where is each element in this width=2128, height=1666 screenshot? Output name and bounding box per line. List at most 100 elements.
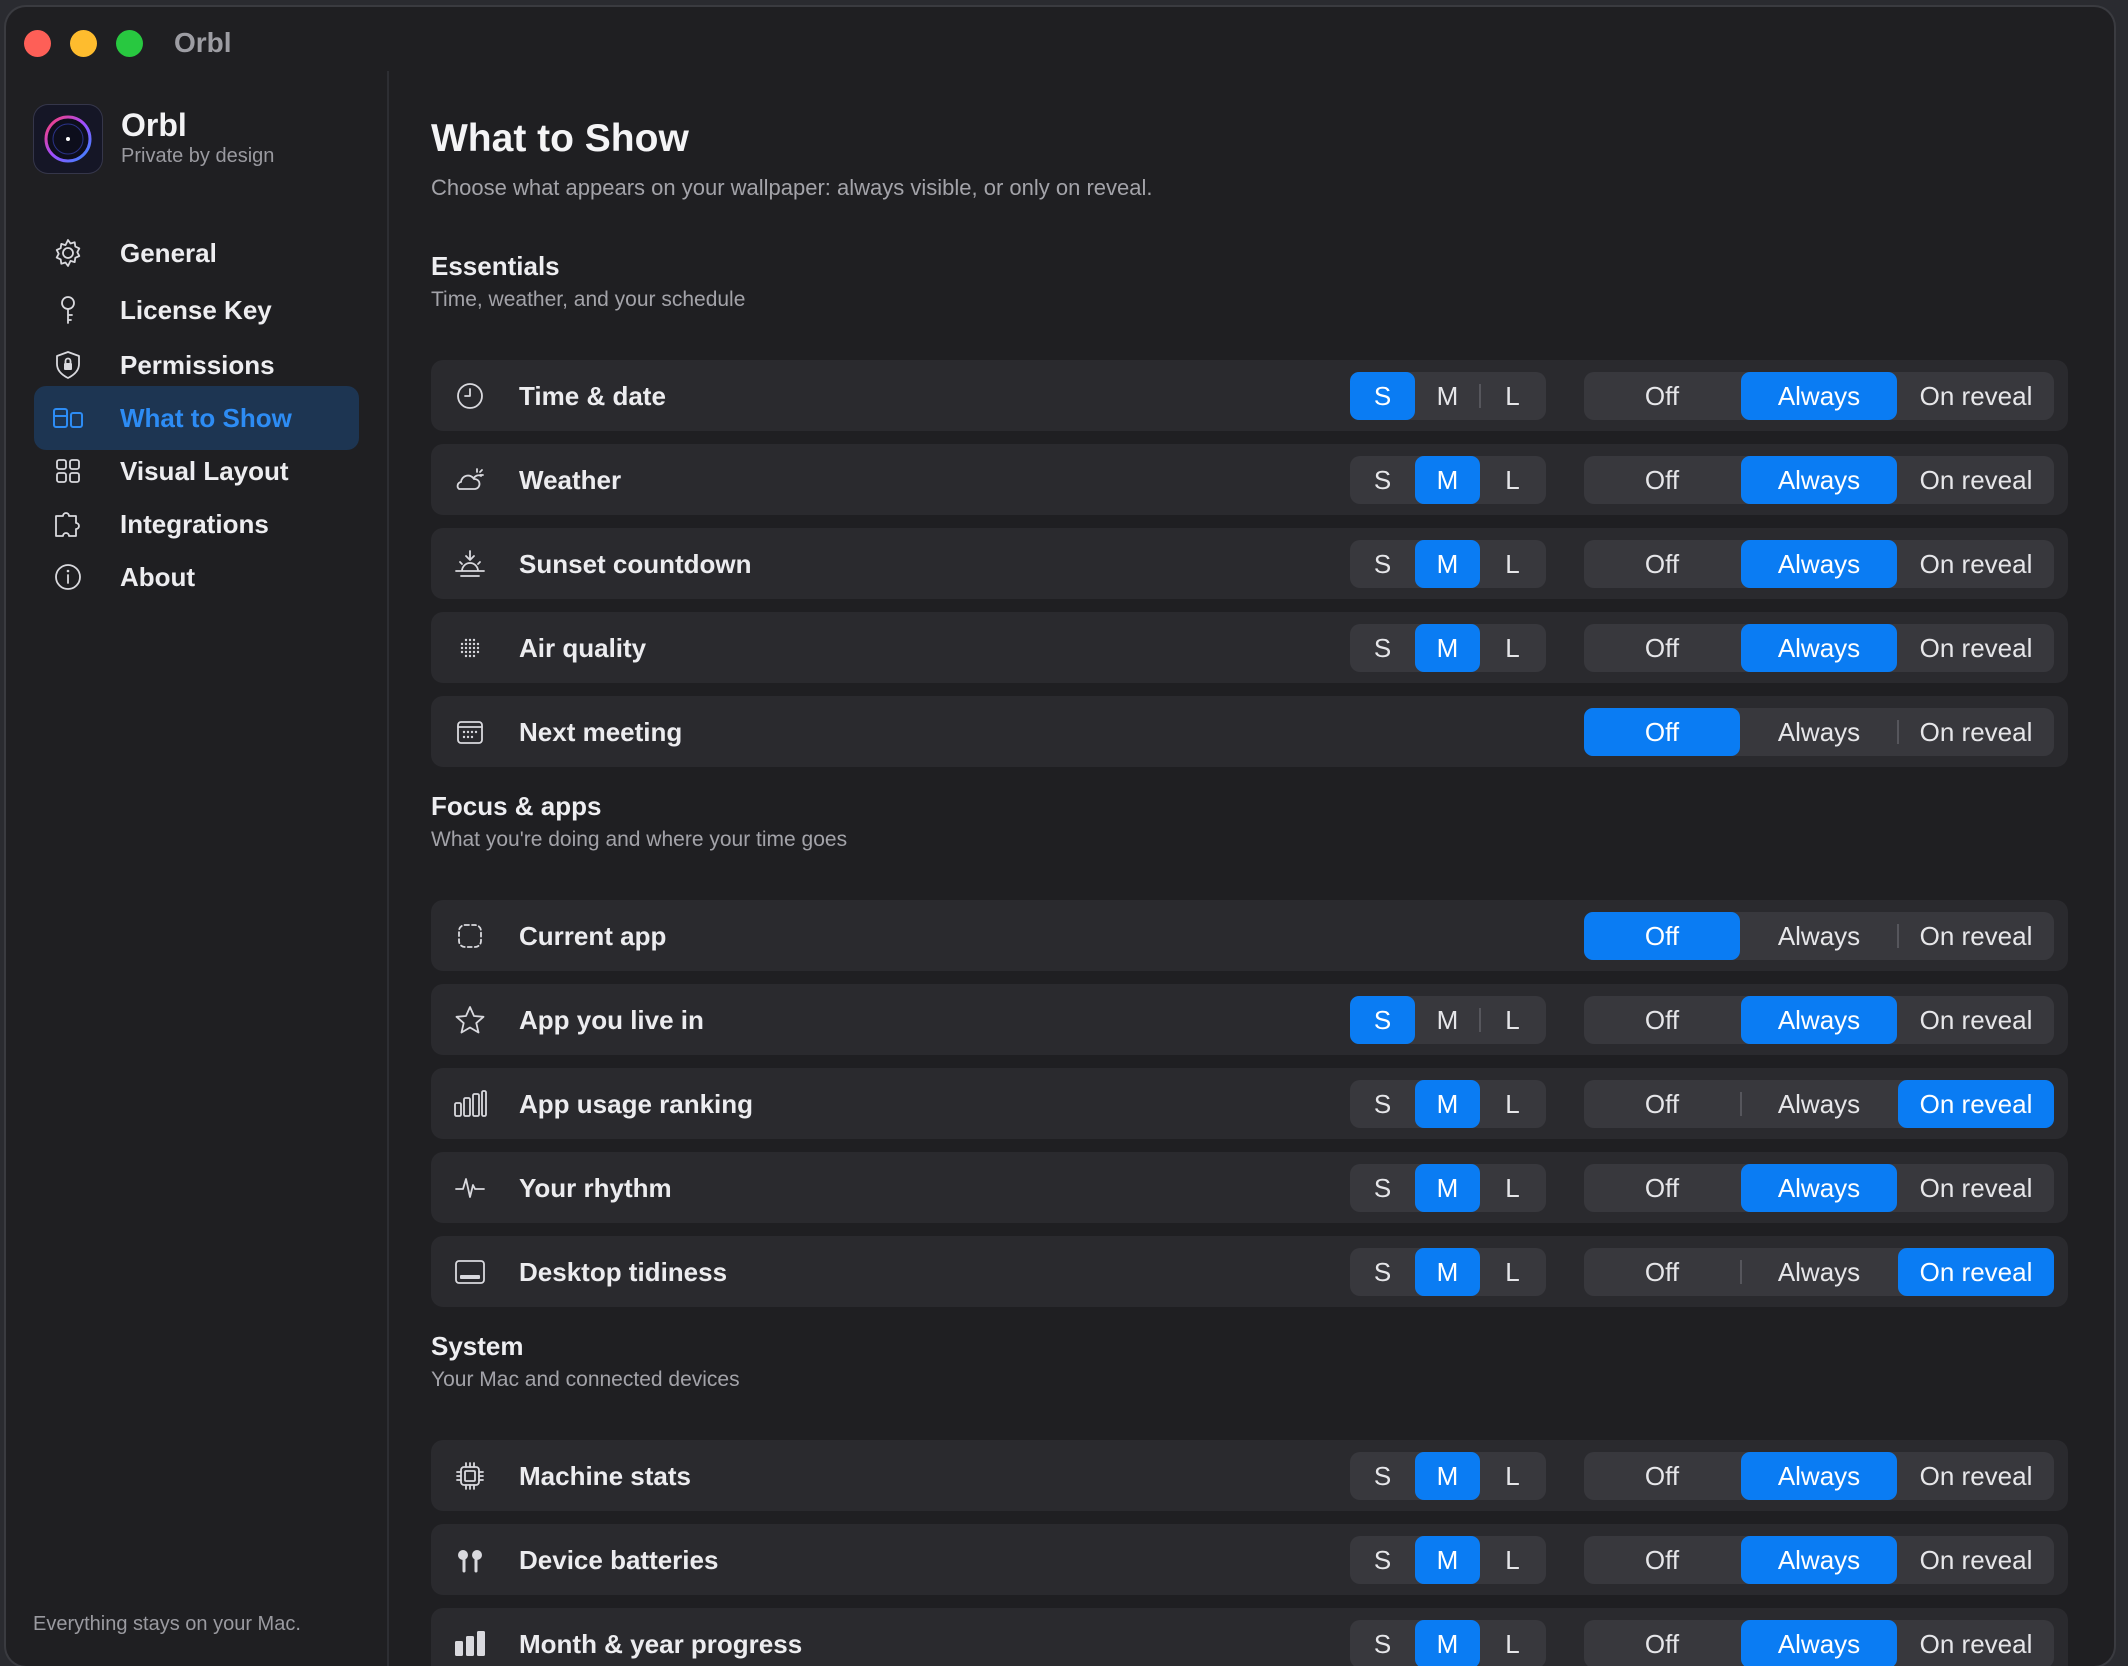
- size-option-s[interactable]: S: [1350, 540, 1415, 588]
- size-option-l[interactable]: L: [1480, 540, 1545, 588]
- size-segmented-control: SML: [1350, 624, 1546, 672]
- visibility-option-off[interactable]: Off: [1584, 912, 1740, 960]
- visibility-segmented-control: Off Always On reveal: [1584, 540, 2054, 588]
- size-option-s[interactable]: S: [1350, 1080, 1415, 1128]
- size-option-l[interactable]: L: [1480, 1620, 1545, 1666]
- visibility-option-off[interactable]: Off: [1584, 1536, 1740, 1584]
- visibility-option-on-reveal[interactable]: On reveal: [1898, 456, 2054, 504]
- section-subtitle: Your Mac and connected devices: [431, 1368, 740, 1391]
- visibility-option-off[interactable]: Off: [1584, 540, 1740, 588]
- puzzle-icon: [52, 508, 84, 540]
- visibility-option-off[interactable]: Off: [1584, 372, 1740, 420]
- visibility-option-always[interactable]: Always: [1741, 996, 1897, 1044]
- size-option-l[interactable]: L: [1480, 996, 1545, 1044]
- widget-row-sunset-countdown: Sunset countdown S M L Off Always On reveal: [431, 528, 2068, 599]
- visibility-option-always[interactable]: Always: [1741, 708, 1897, 756]
- widget-label: Air quality: [519, 633, 647, 663]
- size-option-m[interactable]: M: [1415, 372, 1480, 420]
- visibility-option-off[interactable]: Off: [1584, 1620, 1740, 1666]
- visibility-option-on-reveal[interactable]: On reveal: [1898, 1620, 2054, 1666]
- section-title: Essentials: [431, 251, 560, 281]
- size-option-l[interactable]: L: [1480, 456, 1545, 504]
- page-subtitle: Choose what appears on your wallpaper: a…: [431, 175, 1153, 200]
- visibility-option-on-reveal[interactable]: On reveal: [1898, 1164, 2054, 1212]
- size-option-s[interactable]: S: [1350, 1452, 1415, 1500]
- size-option-m[interactable]: M: [1415, 1248, 1480, 1296]
- sidebar-footer: Everything stays on your Mac.: [33, 1613, 301, 1635]
- size-option-m[interactable]: M: [1415, 1164, 1480, 1212]
- visibility-option-always[interactable]: Always: [1741, 624, 1897, 672]
- key-icon: [52, 294, 84, 326]
- visibility-option-on-reveal[interactable]: On reveal: [1898, 1248, 2054, 1296]
- close-window-button[interactable]: [24, 30, 51, 57]
- visibility-option-on-reveal[interactable]: On reveal: [1898, 708, 2054, 756]
- segment-divider: [1740, 1260, 1742, 1284]
- size-segmented-control: SML: [1350, 540, 1546, 588]
- size-option-m[interactable]: M: [1415, 996, 1480, 1044]
- size-option-l[interactable]: L: [1480, 372, 1545, 420]
- visibility-option-always[interactable]: Always: [1741, 1452, 1897, 1500]
- visibility-option-always[interactable]: Always: [1741, 456, 1897, 504]
- size-segmented-control: SML: [1350, 456, 1546, 504]
- visibility-option-on-reveal[interactable]: On reveal: [1898, 1080, 2054, 1128]
- size-segmented-control: SML: [1350, 1452, 1546, 1500]
- visibility-option-off[interactable]: Off: [1584, 456, 1740, 504]
- zoom-window-button[interactable]: [116, 30, 143, 57]
- size-option-l[interactable]: L: [1480, 624, 1545, 672]
- visibility-option-off[interactable]: Off: [1584, 1164, 1740, 1212]
- size-option-l[interactable]: L: [1480, 1536, 1545, 1584]
- desktop-icon: [453, 1255, 487, 1289]
- visibility-option-on-reveal[interactable]: On reveal: [1898, 1452, 2054, 1500]
- visibility-option-on-reveal[interactable]: On reveal: [1898, 912, 2054, 960]
- visibility-option-always[interactable]: Always: [1741, 912, 1897, 960]
- size-option-m[interactable]: M: [1415, 1620, 1480, 1666]
- size-option-s[interactable]: S: [1350, 372, 1415, 420]
- page-title: What to Show: [431, 117, 689, 160]
- visibility-option-always[interactable]: Always: [1741, 1536, 1897, 1584]
- visibility-option-always[interactable]: Always: [1741, 1164, 1897, 1212]
- visibility-segmented-control: Off Always On reveal: [1584, 1164, 2054, 1212]
- size-option-l[interactable]: L: [1480, 1452, 1545, 1500]
- visibility-option-on-reveal[interactable]: On reveal: [1898, 624, 2054, 672]
- size-segmented-control: SML: [1350, 996, 1546, 1044]
- visibility-option-always[interactable]: Always: [1741, 1248, 1897, 1296]
- visibility-option-off[interactable]: Off: [1584, 1080, 1740, 1128]
- sidebar-item-label: What to Show: [120, 403, 292, 433]
- visibility-option-always[interactable]: Always: [1741, 540, 1897, 588]
- size-option-m[interactable]: M: [1415, 1452, 1480, 1500]
- sidebar-item-about[interactable]: About: [34, 545, 359, 609]
- widget-row-weather: Weather S M L Off Always On reveal: [431, 444, 2068, 515]
- visibility-option-off[interactable]: Off: [1584, 996, 1740, 1044]
- size-option-m[interactable]: M: [1415, 624, 1480, 672]
- size-option-l[interactable]: L: [1480, 1164, 1545, 1212]
- size-option-s[interactable]: S: [1350, 1620, 1415, 1666]
- size-option-m[interactable]: M: [1415, 456, 1480, 504]
- visibility-option-on-reveal[interactable]: On reveal: [1898, 996, 2054, 1044]
- visibility-option-on-reveal[interactable]: On reveal: [1898, 1536, 2054, 1584]
- visibility-option-always[interactable]: Always: [1741, 372, 1897, 420]
- visibility-option-off[interactable]: Off: [1584, 1248, 1740, 1296]
- visibility-option-on-reveal[interactable]: On reveal: [1898, 372, 2054, 420]
- size-option-m[interactable]: M: [1415, 540, 1480, 588]
- visibility-option-on-reveal[interactable]: On reveal: [1898, 540, 2054, 588]
- sidebar-item-general[interactable]: General: [34, 221, 359, 285]
- visibility-option-off[interactable]: Off: [1584, 1452, 1740, 1500]
- size-option-s[interactable]: S: [1350, 996, 1415, 1044]
- size-option-m[interactable]: M: [1415, 1536, 1480, 1584]
- size-option-s[interactable]: S: [1350, 456, 1415, 504]
- segment-divider: [1479, 1008, 1481, 1032]
- size-option-s[interactable]: S: [1350, 1536, 1415, 1584]
- minimize-window-button[interactable]: [70, 30, 97, 57]
- visibility-option-always[interactable]: Always: [1741, 1080, 1897, 1128]
- section-subtitle: Time, weather, and your schedule: [431, 288, 746, 311]
- size-option-m[interactable]: M: [1415, 1080, 1480, 1128]
- visibility-option-always[interactable]: Always: [1741, 1620, 1897, 1666]
- size-option-s[interactable]: S: [1350, 624, 1415, 672]
- visibility-option-off[interactable]: Off: [1584, 708, 1740, 756]
- size-option-s[interactable]: S: [1350, 1248, 1415, 1296]
- size-option-l[interactable]: L: [1480, 1080, 1545, 1128]
- size-option-l[interactable]: L: [1480, 1248, 1545, 1296]
- shield-lock-icon: [52, 349, 84, 381]
- visibility-option-off[interactable]: Off: [1584, 624, 1740, 672]
- size-option-s[interactable]: S: [1350, 1164, 1415, 1212]
